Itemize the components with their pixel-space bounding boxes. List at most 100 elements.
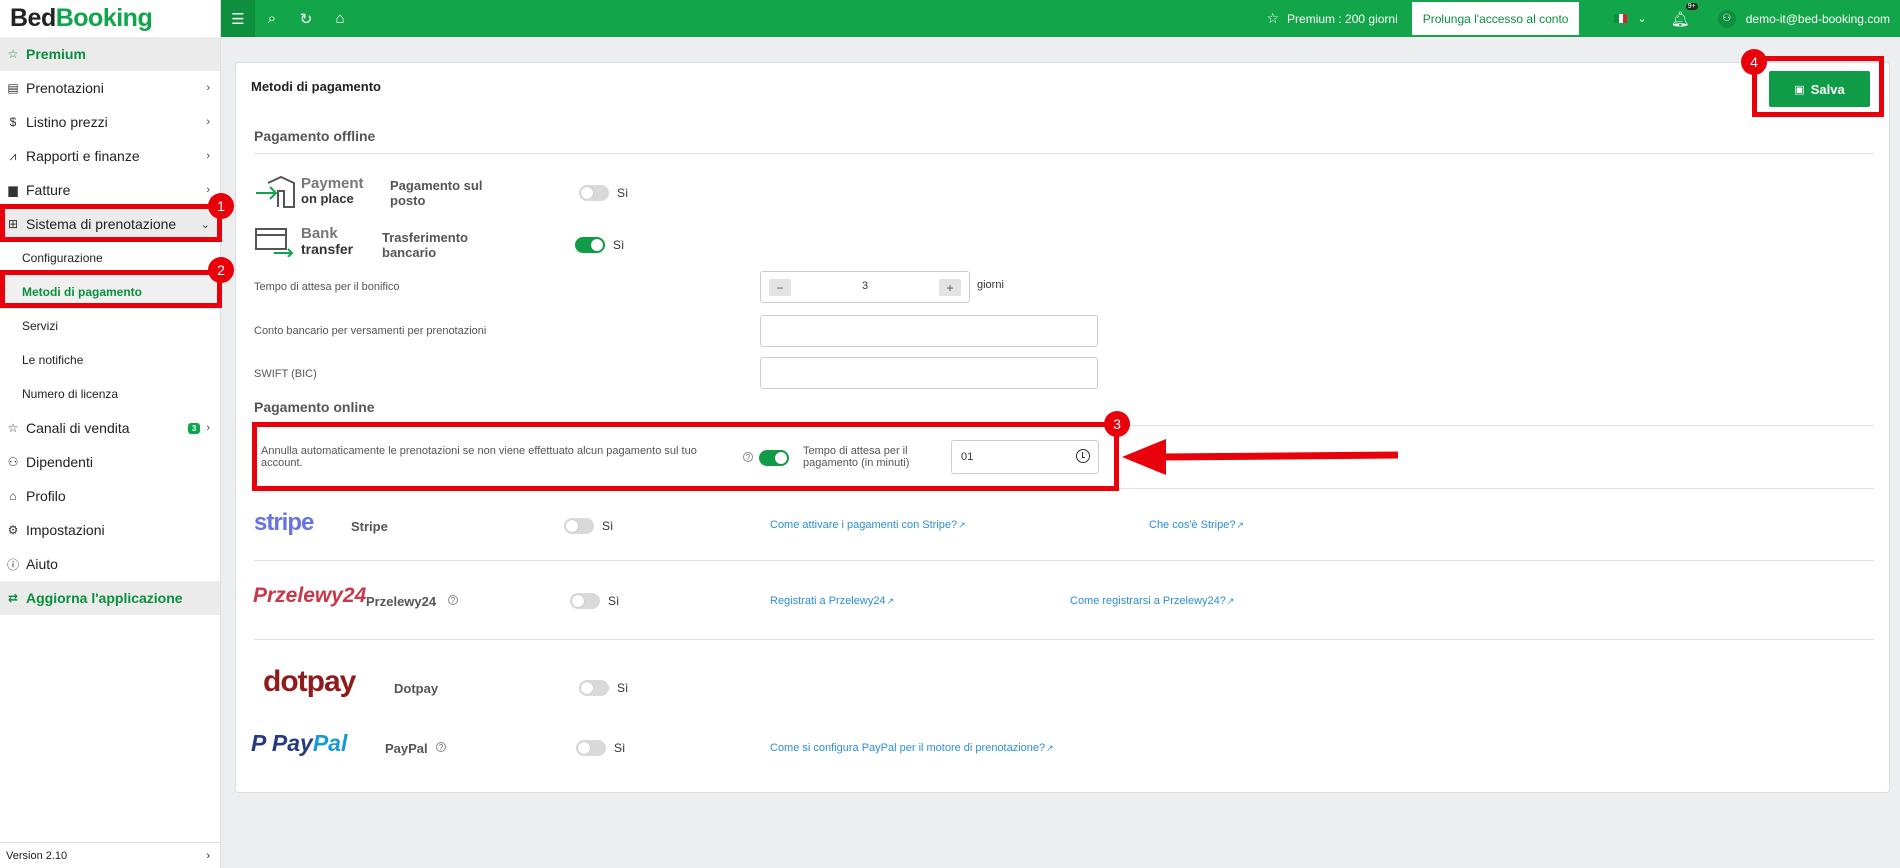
annotation-badge-4: 4 (1741, 49, 1767, 75)
logo-text: Pay (271, 730, 313, 756)
przelewy24-howto-link[interactable]: Come registrarsi a Przelewy24?↗ (1070, 595, 1234, 607)
sidebar-subitem-numero-di-licenza[interactable]: Numero di licenza (0, 377, 220, 411)
bell-icon: 🔔︎ (1670, 10, 1690, 28)
online-section-title: Pagamento online (254, 399, 375, 415)
payment-on-place-logo: Payment on place (254, 175, 364, 211)
link-text: Come registrarsi a Przelewy24? (1070, 595, 1226, 607)
sidebar-item-rapporti[interactable]: ⩘ Rapporti e finanze › (0, 139, 220, 173)
app-logo[interactable]: Bed Booking (0, 0, 220, 37)
paypal-p-icon: P (251, 730, 266, 756)
user-menu[interactable]: ⚇ demo-it@bed-booking.com (1717, 9, 1890, 28)
offline-section-title: Pagamento offline (254, 128, 376, 144)
extend-access-button[interactable]: Prolunga l'accesso al conto (1411, 2, 1580, 35)
sidebar-item-listino-prezzi[interactable]: $ Listino prezzi › (0, 105, 220, 139)
increment-button[interactable]: + (939, 279, 961, 296)
swift-label: SWIFT (BIC) (254, 368, 317, 380)
chevron-right-icon: › (206, 849, 210, 862)
refresh-icon: ⇄ (7, 591, 19, 605)
stripe-activate-link[interactable]: Come attivare i pagamenti con Stripe?↗ (770, 519, 966, 531)
premium-days: Premium : 200 giorni (1287, 11, 1398, 26)
payment-on-place-toggle[interactable] (579, 185, 609, 201)
version-footer[interactable]: Version 2.10 › (0, 842, 220, 868)
wait-time-value[interactable]: 3 (761, 280, 969, 292)
yes-label: Sì (602, 519, 614, 533)
italy-flag-icon (1614, 14, 1628, 23)
bank-account-label: Conto bancario per versamenti per prenot… (254, 325, 487, 337)
logo-text: Payment (301, 175, 364, 192)
stripe-toggle[interactable] (564, 518, 594, 534)
bank-transfer-toggle[interactable] (575, 237, 605, 253)
paypal-configure-link[interactable]: Come si configura PayPal per il motore d… (770, 742, 1054, 754)
payment-on-place-label: Pagamento sul posto (390, 178, 483, 208)
przelewy24-toggle[interactable] (570, 593, 600, 609)
help-icon[interactable]: ? (436, 742, 446, 752)
stripe-label: Stripe (351, 519, 388, 534)
external-link-icon: ↗ (886, 596, 895, 606)
external-link-icon: ↗ (1226, 596, 1235, 606)
sidebar-item-aiuto[interactable]: ⓘ Aiuto (0, 547, 220, 581)
sidebar-item-label: Profilo (26, 488, 66, 504)
info-icon: ⓘ (6, 557, 19, 572)
dotpay-toggle[interactable] (579, 680, 609, 696)
yes-label: Sì (608, 594, 620, 608)
bank-transfer-label: Trasferimento bancario (382, 230, 468, 260)
sidebar-item-label: Listino prezzi (26, 114, 108, 130)
days-unit: giorni (977, 279, 1004, 291)
star-icon: ☆ (1266, 10, 1280, 26)
chevron-right-icon: › (206, 184, 210, 196)
przelewy24-register-link[interactable]: Registrati a Przelewy24↗ (770, 595, 894, 607)
sidebar-item-label: Premium (26, 46, 86, 62)
link-text: Registrati a Przelewy24 (770, 595, 886, 607)
paypal-label: PayPal (385, 741, 428, 756)
sidebar-item-prenotazioni[interactable]: ▤ Prenotazioni › (0, 71, 220, 105)
sidebar-item-label: Aiuto (26, 556, 58, 572)
sidebar-item-canali-di-vendita[interactable]: ☆ Canali di vendita 3 › (0, 411, 220, 445)
sidebar-item-impostazioni[interactable]: ⚙ Impostazioni (0, 513, 220, 547)
divider (254, 153, 1874, 154)
sidebar-item-profilo[interactable]: ⌂ Profilo (0, 479, 220, 513)
sidebar-item-dipendenti[interactable]: ⚇ Dipendenti (0, 445, 220, 479)
sidebar-item-label: Canali di vendita (26, 420, 130, 436)
sidebar-item-premium[interactable]: ☆ Premium (0, 37, 220, 71)
star-icon: ☆ (7, 47, 19, 61)
count-badge: 3 (187, 422, 201, 434)
sidebar-item-aggiorna[interactable]: ⇄ Aggiorna l'applicazione (0, 581, 220, 615)
sidebar-item-label: Aggiorna l'applicazione (26, 590, 183, 606)
sidebar-item-fatture[interactable]: ▆ Fatture › (0, 173, 220, 207)
refresh-icon[interactable]: ↻ (289, 0, 323, 37)
gear-icon: ⚙ (7, 523, 19, 537)
logo-booking: Booking (55, 4, 153, 32)
link-text: Che cos'è Stripe? (1149, 519, 1236, 531)
building-icon: ⌂ (9, 489, 17, 503)
annotation-badge-3: 3 (1104, 411, 1130, 437)
stripe-info-link[interactable]: Che cos'è Stripe?↗ (1149, 519, 1244, 531)
premium-info[interactable]: ☆ Premium : 200 giorni (1266, 10, 1397, 27)
top-bar: ☰ ⌕ ↻ ⌂ ☆ Premium : 200 giorni Prolunga … (221, 0, 1900, 37)
notification-count: 9+ (1685, 2, 1698, 10)
annotation-box-4 (1752, 56, 1884, 117)
language-selector[interactable]: ⌄ (1614, 12, 1647, 25)
annotation-arrow (1122, 439, 1399, 475)
chevron-right-icon: › (206, 82, 210, 94)
menu-icon[interactable]: ☰ (221, 0, 255, 37)
sidebar-subitem-servizi[interactable]: Servizi (0, 309, 220, 343)
annotation-badge-2: 2 (208, 257, 234, 283)
help-icon[interactable]: ? (448, 595, 458, 605)
notifications-bell[interactable]: 🔔︎ 9+ (1670, 2, 1698, 28)
bank-account-input[interactable] (760, 315, 1098, 347)
annotation-box-3 (252, 422, 1119, 491)
sidebar-subitem-notifiche[interactable]: Le notifiche (0, 343, 220, 377)
search-icon[interactable]: ⌕ (255, 0, 289, 37)
swift-input[interactable] (760, 357, 1098, 389)
home-icon[interactable]: ⌂ (323, 0, 357, 37)
chevron-right-icon: › (206, 116, 210, 128)
chevron-right-icon: › (206, 422, 210, 434)
sidebar-item-label: Impostazioni (26, 522, 105, 538)
annotation-box-2 (0, 270, 222, 308)
logo-text: transfer (301, 241, 354, 257)
external-link-icon: ↗ (958, 520, 966, 530)
paypal-toggle[interactable] (576, 740, 606, 756)
invoice-icon: ▆ (8, 183, 18, 197)
logo-text: Pal (312, 730, 348, 756)
wait-time-label: Tempo di attesa per il bonifico (254, 281, 400, 293)
